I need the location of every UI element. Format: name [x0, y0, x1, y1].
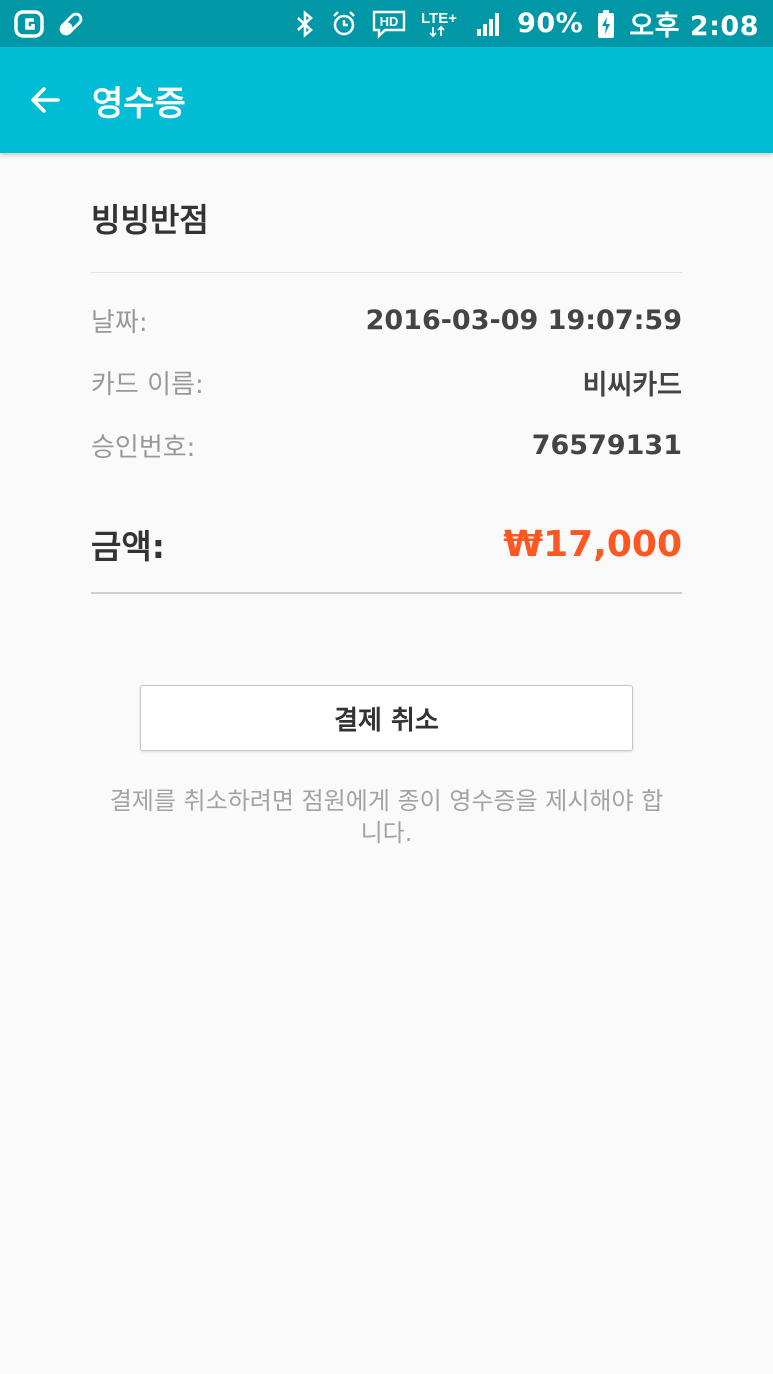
status-bar: HD LTE+ 90% 오후 2:08: [0, 0, 773, 47]
date-label: 날짜:: [91, 307, 148, 338]
signal-icon: [475, 10, 503, 38]
hd-voice-icon: HD: [371, 10, 407, 39]
lte-plus-icon: LTE+: [421, 10, 461, 38]
date-value: 2016-03-09 19:07:59: [365, 304, 682, 336]
back-button[interactable]: [0, 47, 90, 153]
battery-charging-icon: [597, 9, 615, 38]
amount-value: ₩17,000: [503, 523, 682, 565]
store-name: 빙빙반점: [91, 201, 209, 239]
alarm-icon: [331, 10, 357, 38]
approval-number-label: 승인번호:: [91, 432, 196, 463]
pill-icon: [58, 10, 84, 38]
row-date: 날짜: 2016-03-09 19:07:59: [91, 298, 682, 342]
arrow-left-icon: [31, 87, 60, 113]
card-name-value: 비씨카드: [582, 369, 682, 401]
card-name-label: 카드 이름:: [91, 369, 204, 400]
cancel-payment-button[interactable]: 결제 취소: [140, 685, 633, 751]
approval-number-value: 76579131: [531, 429, 682, 461]
status-right: HD LTE+ 90% 오후 2:08: [293, 4, 759, 43]
divider: [91, 272, 682, 273]
clock: 오후 2:08: [629, 11, 759, 42]
hd-label: HD: [380, 14, 399, 29]
row-card-name: 카드 이름: 비씨카드: [91, 360, 682, 404]
row-approval-number: 승인번호: 76579131: [91, 423, 682, 467]
row-amount: 금액: ₩17,000: [91, 519, 682, 569]
bluetooth-icon: [293, 9, 317, 38]
lte-label: LTE+: [421, 10, 457, 27]
divider: [91, 592, 682, 594]
page-title: 영수증: [92, 83, 186, 124]
amount-label: 금액:: [91, 527, 165, 566]
carrier-g-icon: [14, 9, 44, 38]
status-left: [14, 9, 84, 38]
cancel-note: 결제를 취소하려면 점원에게 종이 영수증을 제시해야 합니다.: [109, 787, 664, 847]
app-bar: 영수증: [0, 47, 773, 153]
battery-percent: 90%: [517, 8, 584, 39]
